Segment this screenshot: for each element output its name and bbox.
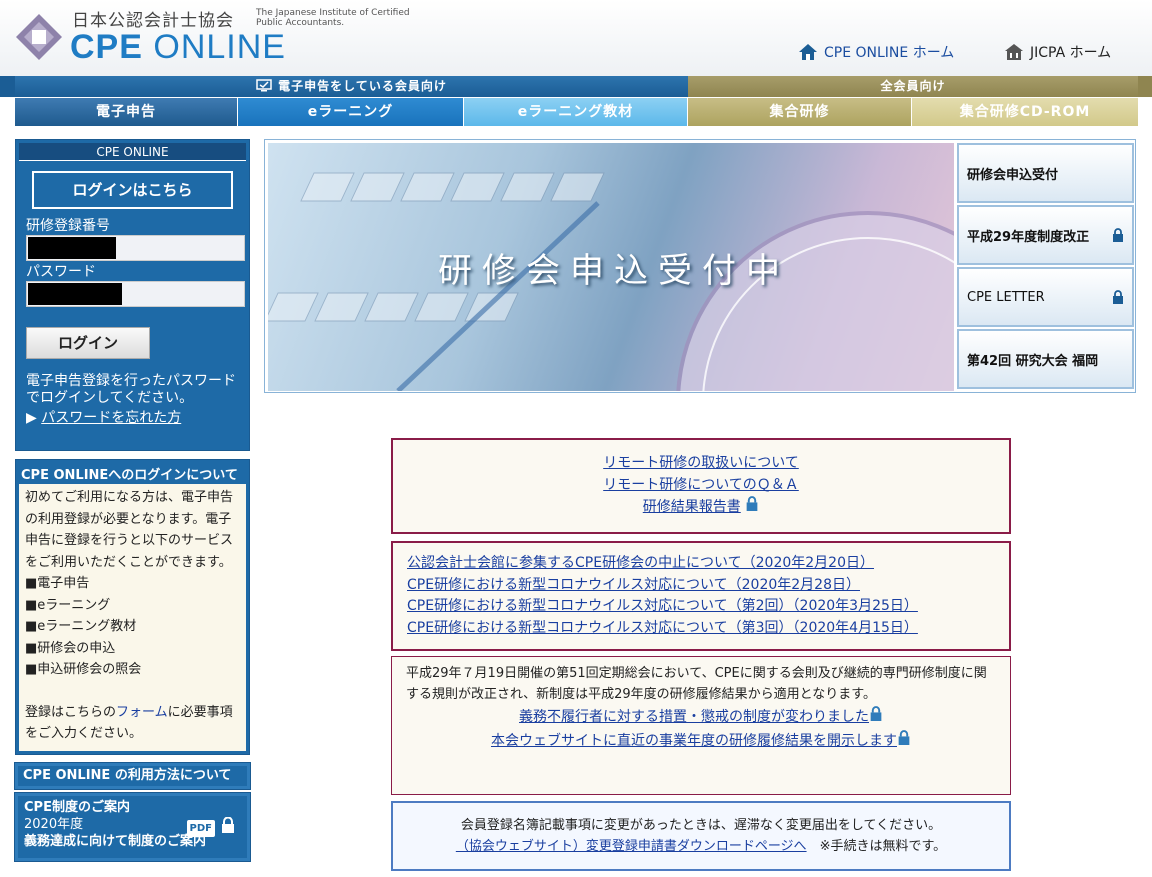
jicpa-logo-icon[interactable] xyxy=(14,12,64,62)
tab-group-training-cdrom[interactable]: 集合研修CD-ROM xyxy=(912,98,1138,126)
login-info-intro: 初めてご利用になる方は、電子申告の利用登録が必要となります。電子申告に登録を行う… xyxy=(25,490,234,570)
login-box: CPE ONLINE ログインはこちら 研修登録番号 パスワード ログイン 電子… xyxy=(15,139,250,451)
notice-link[interactable]: 研修結果報告書 xyxy=(643,499,741,515)
notice-link[interactable]: リモート研修についてのＱ＆Ａ xyxy=(603,477,799,493)
tab-e-learning[interactable]: eラーニング xyxy=(238,98,464,126)
card-system-revision[interactable]: 平成29年度制度改正 xyxy=(957,205,1134,265)
notice-link[interactable]: CPE研修における新型コロナウイルス対応について（2020年2月28日） xyxy=(407,577,860,593)
pc-check-icon xyxy=(256,79,272,92)
nav-group-bar: 電子申告をしている会員向け 全会員向け xyxy=(0,76,1152,97)
redacted-mask xyxy=(28,283,122,305)
register-pre: 登録はこちらの xyxy=(25,704,117,720)
nav-group-left-label: 電子申告をしている会員向け xyxy=(278,79,447,93)
notice-text: 平成29年７月19日開催の第51回定期総会において、CPEに関する会則及び継続的… xyxy=(406,666,987,702)
notice-note: ※手続きは無料です。 xyxy=(819,839,947,854)
login-info-title: CPE ONLINEへのログインについて xyxy=(21,468,238,483)
notice-link[interactable]: 義務不履行者に対する措置・懲戒の制度が変わりました xyxy=(519,709,869,725)
password-input[interactable] xyxy=(26,281,245,307)
main-nav-tabs: 電子申告 eラーニング eラーニング教材 集合研修 集合研修CD-ROM xyxy=(15,98,1138,126)
tab-e-learning-materials[interactable]: eラーニング教材 xyxy=(464,98,688,126)
login-info-box: CPE ONLINEへのログインについて 初めてご利用になる方は、電子申告の利用… xyxy=(15,459,250,755)
notice-covid: 公認会計士会館に参集するCPE研修会の中止について（2020年2月20日） CP… xyxy=(391,541,1011,651)
forgot-password-link[interactable]: パスワードを忘れた方 xyxy=(41,410,181,426)
lock-icon xyxy=(1113,290,1123,304)
card-cpe-letter[interactable]: CPE LETTER xyxy=(957,267,1134,327)
login-button[interactable]: ログイン xyxy=(26,327,150,359)
usage-guide-button[interactable]: CPE ONLINE の利用方法について xyxy=(14,761,251,790)
nav-group-right: 全会員向け xyxy=(688,76,1138,97)
banner-area: 研修会申込受付中 研修会申込受付 平成29年度制度改正 CPE LETTER 第… xyxy=(264,139,1136,393)
notice-link[interactable]: 本会ウェブサイトに直近の事業年度の研修履修結果を開示します xyxy=(491,733,897,749)
building-icon xyxy=(1005,44,1023,60)
login-info-body: 初めてご利用になる方は、電子申告の利用登録が必要となります。電子申告に登録を行う… xyxy=(19,484,246,751)
pdf-badge: PDF xyxy=(186,819,215,837)
card-research-conference[interactable]: 第42回 研究大会 福岡 xyxy=(957,329,1134,389)
sidebar: CPE ONLINE ログインはこちら 研修登録番号 パスワード ログイン 電子… xyxy=(14,139,251,862)
notice-link[interactable]: CPE研修における新型コロナウイルス対応について（第2回）（2020年3月25日… xyxy=(407,598,918,614)
card-label: 第42回 研究大会 福岡 xyxy=(967,353,1099,369)
register-form-link[interactable]: フォーム xyxy=(116,705,168,720)
card-label: 平成29年度制度改正 xyxy=(967,229,1090,245)
password-label: パスワード xyxy=(26,264,96,280)
login-note: 電子申告登録を行ったパスワードでログインしてください。 xyxy=(26,373,236,406)
banner-title: 研修会申込受付中 xyxy=(438,251,790,291)
notice-link[interactable]: 公認会計士会館に参集するCPE研修会の中止について（2020年2月20日） xyxy=(407,555,874,571)
jicpa-home-link[interactable]: JICPA ホーム xyxy=(1004,42,1111,62)
notice-link[interactable]: リモート研修の取扱いについて xyxy=(603,455,799,471)
card-training-apply[interactable]: 研修会申込受付 xyxy=(957,143,1134,203)
service-item: ■研修会の申込 xyxy=(25,640,116,656)
cpe-guide-button[interactable]: CPE制度のご案内 2020年度 義務達成に向けて制度のご案内 PDF xyxy=(14,791,251,862)
service-item: ■電子申告 xyxy=(25,576,90,591)
brand-logo[interactable]: CPE ONLINE xyxy=(70,28,286,67)
lock-icon xyxy=(1113,228,1123,242)
service-item: ■申込研修会の照会 xyxy=(25,662,142,677)
home-icon xyxy=(799,44,817,60)
notice-member-registration: 会員登録名簿記載事項に変更があったときは、遅滞なく変更届出をしてください。 （協… xyxy=(391,801,1011,871)
forgot-arrow: ▶ xyxy=(26,410,42,426)
lock-icon xyxy=(898,730,910,745)
banner-image[interactable]: 研修会申込受付中 xyxy=(268,143,954,391)
notice-text: 会員登録名簿記載事項に変更があったときは、遅滞なく変更届出をしてください。 xyxy=(460,818,942,833)
login-here-link[interactable]: ログインはこちら xyxy=(32,171,233,209)
lock-icon xyxy=(746,496,758,511)
notice-link[interactable]: CPE研修における新型コロナウイルス対応について（第3回）（2020年4月15日… xyxy=(407,620,918,636)
notice-link[interactable]: （協会ウェブサイト）変更登録申請書ダウンロードページへ xyxy=(456,839,807,854)
site-header: 日本公認会計士協会 The Japanese Institute of Cert… xyxy=(0,0,1152,76)
org-name-en: The Japanese Institute of Certified Publ… xyxy=(256,8,410,28)
brand-rest: ONLINE xyxy=(142,28,286,66)
jicpa-home-label: JICPA ホーム xyxy=(1030,45,1112,61)
service-item: ■eラーニング xyxy=(25,597,111,613)
lock-icon xyxy=(222,816,234,833)
redacted-mask xyxy=(28,237,116,259)
login-box-title: CPE ONLINE xyxy=(19,143,246,161)
tab-e-filing[interactable]: 電子申告 xyxy=(15,98,238,126)
member-id-input[interactable] xyxy=(26,235,245,261)
cpe-guide-line1: CPE制度のご案内 xyxy=(24,799,130,815)
service-item: ■eラーニング教材 xyxy=(25,619,137,634)
nav-edge-right xyxy=(1138,76,1152,97)
register-note: 登録はこちらのフォームに必要事項をご入力ください。 xyxy=(25,702,240,745)
nav-group-left: 電子申告をしている会員向け xyxy=(15,76,688,97)
card-label: 研修会申込受付 xyxy=(967,167,1059,183)
nav-edge-left xyxy=(0,76,15,97)
lock-icon xyxy=(870,706,882,721)
brand-bold: CPE xyxy=(70,28,143,66)
cpe-home-label: CPE ONLINE ホーム xyxy=(824,45,955,61)
cpe-home-link[interactable]: CPE ONLINE ホーム xyxy=(798,42,954,62)
member-id-label: 研修登録番号 xyxy=(26,218,110,234)
notice-system-revision: 平成29年７月19日開催の第51回定期総会において、CPEに関する会則及び継続的… xyxy=(391,656,1011,795)
forgot-password-row: ▶ パスワードを忘れた方 xyxy=(26,407,239,427)
tab-group-training[interactable]: 集合研修 xyxy=(688,98,912,126)
card-label: CPE LETTER xyxy=(967,289,1045,305)
notice-remote-training: リモート研修の取扱いについて リモート研修についてのＱ＆Ａ 研修結果報告書 xyxy=(391,438,1011,534)
